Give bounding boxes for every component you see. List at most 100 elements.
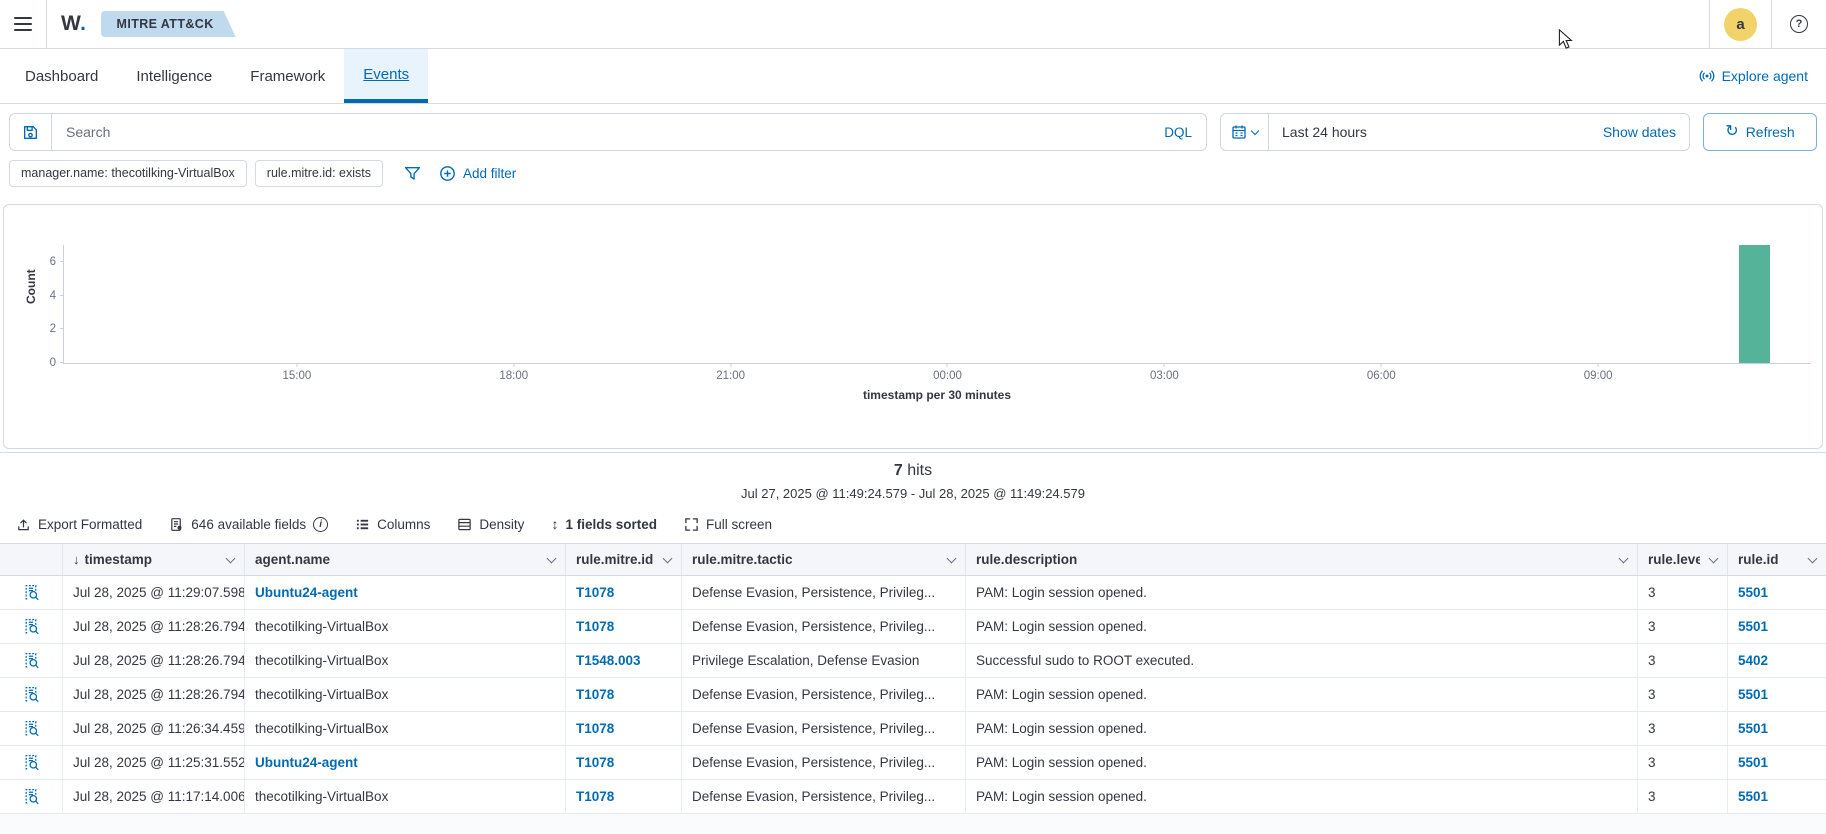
table-body: Jul 28, 2025 @ 11:29:07.598 Ubuntu24-age… [0, 576, 1826, 814]
cell-rule-id[interactable]: 5501 [1728, 678, 1826, 711]
header-rule-level[interactable]: rule.level [1638, 544, 1728, 575]
y-tick-mark [60, 295, 64, 296]
cell-agent-name[interactable]: Ubuntu24-agent [245, 576, 566, 609]
column-menu-icon[interactable] [547, 553, 557, 563]
cell-agent-name[interactable]: Ubuntu24-agent [245, 746, 566, 779]
header-timestamp[interactable]: ↓ timestamp [63, 544, 245, 575]
cell-rule-mitre-id[interactable]: T1078 [566, 780, 682, 813]
available-fields-button[interactable]: 646 available fields i [169, 517, 328, 532]
y-tick-mark [60, 261, 64, 262]
tab-framework[interactable]: Framework [231, 49, 344, 103]
columns-button[interactable]: Columns [355, 517, 430, 532]
cell-rule-mitre-id[interactable]: T1078 [566, 576, 682, 609]
column-menu-icon[interactable] [1709, 553, 1719, 563]
filter-pill-manager-name[interactable]: manager.name: thecotilking-VirtualBox [9, 160, 247, 187]
x-tick-mark [730, 363, 731, 367]
density-button[interactable]: Density [457, 517, 524, 532]
inspect-document-icon [23, 584, 40, 601]
help-icon[interactable]: ? [1790, 15, 1808, 33]
column-menu-icon[interactable] [947, 553, 957, 563]
cell-agent-name[interactable]: thecotilking-VirtualBox [245, 644, 566, 677]
inspect-document-button[interactable] [0, 780, 63, 813]
cell-agent-name[interactable]: thecotilking-VirtualBox [245, 678, 566, 711]
tab-dashboard[interactable]: Dashboard [6, 49, 117, 103]
refresh-icon: ↻ [1725, 124, 1738, 140]
cell-timestamp: Jul 28, 2025 @ 11:25:31.552 [63, 746, 245, 779]
header-agent-name[interactable]: agent.name [245, 544, 566, 575]
tab-intelligence[interactable]: Intelligence [117, 49, 231, 103]
search-input[interactable] [52, 114, 1150, 150]
cell-rule-level: 3 [1638, 678, 1728, 711]
column-menu-icon[interactable] [1808, 553, 1818, 563]
cell-rule-mitre-id[interactable]: T1078 [566, 712, 682, 745]
column-menu-icon[interactable] [663, 553, 673, 563]
wazuh-logo[interactable]: W. [61, 12, 87, 36]
refresh-button[interactable]: ↻ Refresh [1703, 113, 1817, 151]
inspect-document-button[interactable] [0, 644, 63, 677]
antenna-icon [1699, 68, 1715, 84]
filter-options-button[interactable] [404, 165, 421, 182]
menu-icon[interactable] [0, 0, 46, 48]
cell-agent-name[interactable]: thecotilking-VirtualBox [245, 712, 566, 745]
cell-rule-mitre-tactic: Defense Evasion, Persistence, Privileg..… [682, 746, 966, 779]
table-toolbar: Export Formatted 646 available fields i … [0, 511, 1826, 537]
header-rule-mitre-id[interactable]: rule.mitre.id [566, 544, 682, 575]
explore-agent-button[interactable]: Explore agent [1699, 49, 1826, 103]
x-tick-label: 03:00 [1150, 370, 1179, 382]
y-tick-label: 6 [30, 256, 56, 268]
export-formatted-button[interactable]: Export Formatted [16, 517, 142, 532]
cell-rule-id[interactable]: 5402 [1728, 644, 1826, 677]
cell-rule-mitre-id[interactable]: T1078 [566, 746, 682, 779]
x-tick-label: 18:00 [499, 370, 528, 382]
full-screen-button[interactable]: Full screen [684, 517, 772, 532]
save-query-button[interactable] [10, 114, 52, 150]
date-picker: Last 24 hours Show dates [1220, 113, 1690, 151]
export-icon [16, 517, 31, 532]
header-rule-mitre-tactic[interactable]: rule.mitre.tactic [682, 544, 966, 575]
time-range-button[interactable]: Last 24 hours Show dates [1269, 114, 1689, 150]
inspect-document-button[interactable] [0, 678, 63, 711]
column-menu-icon[interactable] [226, 553, 236, 563]
histogram-plot: 15:0018:0021:0000:0003:0006:0009:000246 [63, 245, 1811, 364]
x-axis-title: timestamp per 30 minutes [63, 388, 1811, 402]
info-icon[interactable]: i [313, 517, 328, 532]
inspect-document-button[interactable] [0, 712, 63, 745]
inspect-document-button[interactable] [0, 610, 63, 643]
fullscreen-icon [684, 517, 699, 532]
filter-pill-mitre-id-exists[interactable]: rule.mitre.id: exists [255, 160, 383, 187]
cell-rule-id[interactable]: 5501 [1728, 610, 1826, 643]
header-rule-description[interactable]: rule.description [966, 544, 1638, 575]
cell-rule-mitre-id[interactable]: T1078 [566, 678, 682, 711]
cell-rule-mitre-id[interactable]: T1078 [566, 610, 682, 643]
x-tick-label: 00:00 [933, 370, 962, 382]
quick-select-button[interactable] [1221, 114, 1269, 150]
inspect-document-button[interactable] [0, 746, 63, 779]
footer-strip [0, 814, 1826, 834]
fields-sorted-button[interactable]: ↕ 1 fields sorted [551, 516, 657, 532]
tab-events[interactable]: Events [344, 49, 428, 103]
cell-agent-name[interactable]: thecotilking-VirtualBox [245, 610, 566, 643]
column-menu-icon[interactable] [1619, 553, 1629, 563]
top-bar: W. MITRE ATT&CK a ? [0, 0, 1826, 49]
cell-rule-id[interactable]: 5501 [1728, 576, 1826, 609]
cell-rule-mitre-tactic: Privilege Escalation, Defense Evasion [682, 644, 966, 677]
histogram-bar[interactable] [1739, 245, 1770, 363]
cell-agent-name[interactable]: thecotilking-VirtualBox [245, 780, 566, 813]
cell-rule-id[interactable]: 5501 [1728, 780, 1826, 813]
add-filter-button[interactable]: Add filter [439, 165, 516, 182]
cell-rule-id[interactable]: 5501 [1728, 746, 1826, 779]
header-rule-id[interactable]: rule.id [1728, 544, 1826, 575]
filter-bar: manager.name: thecotilking-VirtualBox ru… [9, 159, 1817, 187]
show-dates-button[interactable]: Show dates [1603, 124, 1676, 140]
cell-rule-level: 3 [1638, 610, 1728, 643]
inspect-document-button[interactable] [0, 576, 63, 609]
query-language-button[interactable]: DQL [1150, 114, 1206, 150]
cell-rule-description: PAM: Login session opened. [966, 746, 1638, 779]
y-tick-label: 2 [30, 323, 56, 335]
cell-rule-mitre-tactic: Defense Evasion, Persistence, Privileg..… [682, 712, 966, 745]
cell-rule-mitre-id[interactable]: T1548.003 [566, 644, 682, 677]
cell-rule-description: PAM: Login session opened. [966, 678, 1638, 711]
avatar[interactable]: a [1724, 8, 1757, 41]
cell-rule-id[interactable]: 5501 [1728, 712, 1826, 745]
results-date-range: Jul 27, 2025 @ 11:49:24.579 - Jul 28, 20… [0, 486, 1826, 501]
